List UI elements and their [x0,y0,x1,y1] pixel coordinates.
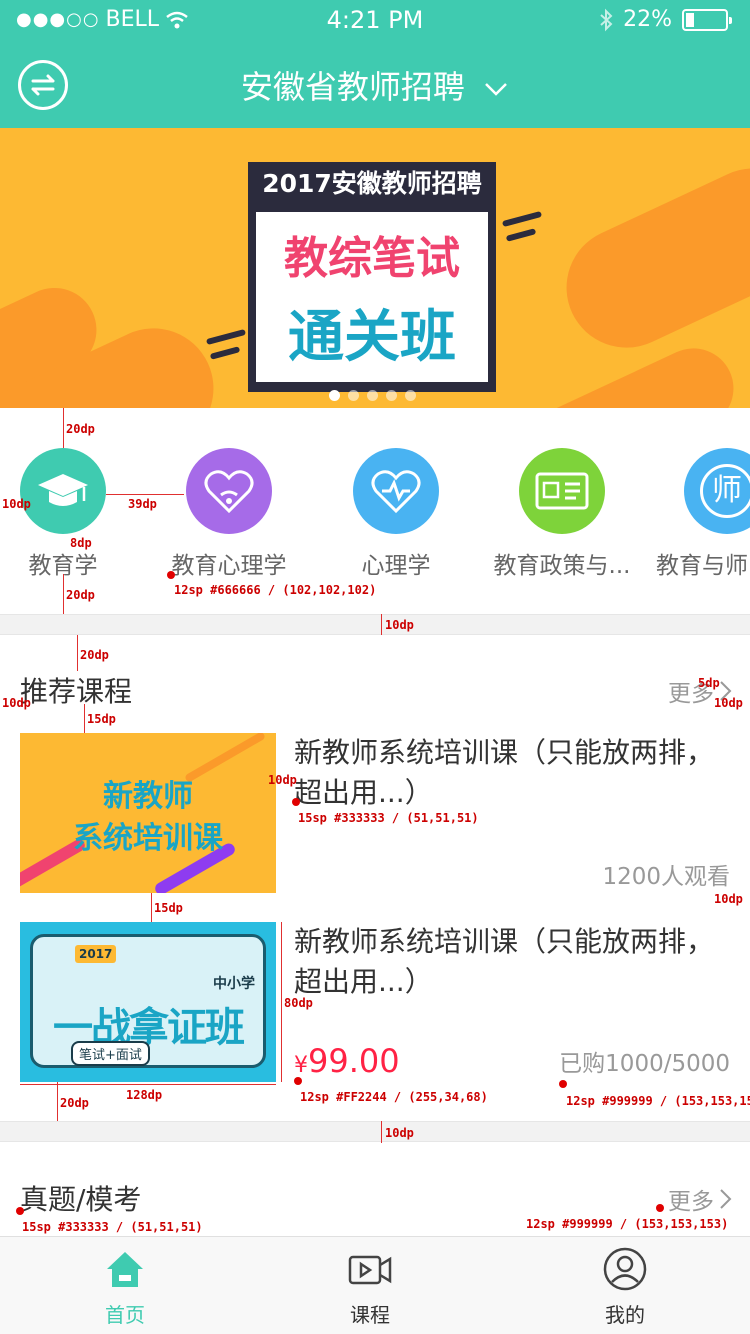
course-thumbnail: 新教师 系统培训课 [20,733,276,893]
price-value: 99.00 [308,1042,400,1080]
pager-dot[interactable] [329,390,340,401]
app-header: ●●●○○ BELL 4:21 PM 22% 安徽省教师招聘 [0,0,750,128]
spec-annotation: 12sp #FF2244 / (255,34,68) [300,1090,488,1104]
category-label: 心理学 [361,553,431,579]
spec-annotation: 15sp #333333 / (51,51,51) [22,1220,203,1234]
heart-pulse-icon [353,448,439,534]
spacing-annotation: 10dp [268,773,297,787]
spacing-annotation: 8dp [70,536,92,550]
section-title-recommended: 推荐课程 [20,675,133,708]
more-label: 更多 [668,1189,714,1215]
tab-home[interactable]: 首页 [0,1237,250,1334]
spacing-annotation: 10dp [2,497,31,511]
spacing-annotation: 10dp [385,618,414,632]
spacing-annotation: 128dp [126,1088,163,1102]
course-thumbnail: 2017 中小学 一战拿证班 笔试+面试 [20,922,276,1082]
spacing-annotation: 10dp [385,1126,414,1140]
banner-poster: 2017安徽教师招聘 教综笔试 通关班 [248,162,496,392]
course-views: 1200人观看 [602,864,730,890]
video-icon [348,1255,392,1285]
pager-dot[interactable] [367,390,378,401]
price-currency: ¥ [294,1053,308,1078]
id-card-icon [519,448,605,534]
spacing-annotation: 10dp [2,696,31,710]
battery-icon [682,8,732,31]
region-selector[interactable]: 安徽省教师招聘 [0,62,750,108]
spacing-annotation: 20dp [60,1096,89,1110]
pager-dot[interactable] [348,390,359,401]
spacing-annotation: 10dp [714,696,743,710]
tab-mine[interactable]: 我的 [500,1237,750,1334]
banner-pager[interactable] [329,390,416,401]
battery-percent: 22% [623,7,672,32]
banner-line-2: 通关班 [288,305,456,370]
more-exams-link[interactable]: 更多 [668,1182,732,1216]
chevron-right-icon [720,1189,732,1209]
spec-annotation: 12sp #666666 / (102,102,102) [174,583,377,597]
user-icon [603,1247,647,1291]
spec-annotation: 15sp #333333 / (51,51,51) [298,811,479,825]
graduation-cap-icon [20,448,106,534]
section-divider [0,1121,750,1142]
course-card[interactable]: 2017 中小学 一战拿证班 笔试+面试 新教师系统培训课（只能放两排，超出用.… [20,922,730,1082]
course-bought-count: 已购1000/5000 [559,1051,730,1077]
section-title-exams: 真题/模考 [20,1183,142,1216]
category-item-edu-teacher[interactable]: 师 教育与师 [642,448,750,580]
section-divider [0,614,750,635]
spacing-annotation: 15dp [154,901,183,915]
banner-line-1: 教综笔试 [284,233,460,284]
category-item-edu-psychology[interactable]: 教育心理学 [144,448,314,580]
thumb-subtitle: 中小学 [213,976,255,992]
category-label: 教育与师 [656,553,748,579]
bluetooth-icon [600,8,613,31]
heart-wifi-icon [186,448,272,534]
course-price: ¥99.00 [294,1042,400,1080]
spacing-annotation: 10dp [714,892,743,906]
spec-annotation: 12sp #999999 / (153,153,153) [526,1217,729,1231]
tab-label: 我的 [605,1303,645,1327]
spec-annotation: 12sp #999999 / (153,153,153) [566,1094,750,1108]
category-item-psychology[interactable]: 心理学 [311,448,481,580]
thumb-text-1: 新教师 [103,779,193,814]
category-item-edu-policy[interactable]: 教育政策与... [477,448,647,580]
spacing-annotation: 39dp [128,497,157,511]
teacher-glyph: 师 [700,464,750,518]
chevron-down-icon [485,83,507,96]
bottom-tab-bar: 首页 课程 我的 [0,1236,750,1334]
spacing-annotation: 20dp [80,648,109,662]
tab-courses[interactable]: 课程 [245,1237,495,1334]
category-label: 教育政策与... [493,553,631,579]
page-title: 安徽省教师招聘 [240,68,465,106]
tab-label: 首页 [105,1303,145,1327]
thumb-text-2: 系统培训课 [73,821,223,856]
teacher-char-icon: 师 [684,448,750,534]
spacing-annotation: 5dp [698,676,720,690]
category-item-education[interactable]: 教育学 [0,448,148,580]
status-bar: ●●●○○ BELL 4:21 PM 22% [0,0,750,40]
course-title: 新教师系统培训课（只能放两排，超出用...） [294,736,715,809]
thumb-year: 2017 [75,945,117,963]
course-title: 新教师系统培训课（只能放两排，超出用...） [294,925,715,998]
tab-label: 课程 [350,1303,390,1327]
promo-banner[interactable]: 2017安徽教师招聘 教综笔试 通关班 [0,128,750,408]
thumb-tag: 笔试+面试 [71,1041,150,1066]
pager-dot[interactable] [386,390,397,401]
spacing-annotation: 80dp [284,996,313,1010]
home-icon [107,1252,143,1287]
banner-heading: 2017安徽教师招聘 [262,169,482,198]
spacing-annotation: 20dp [66,588,95,602]
pager-dot[interactable] [405,390,416,401]
spacing-annotation: 20dp [66,422,95,436]
spacing-annotation: 15dp [87,712,116,726]
category-label: 教育学 [28,553,98,579]
